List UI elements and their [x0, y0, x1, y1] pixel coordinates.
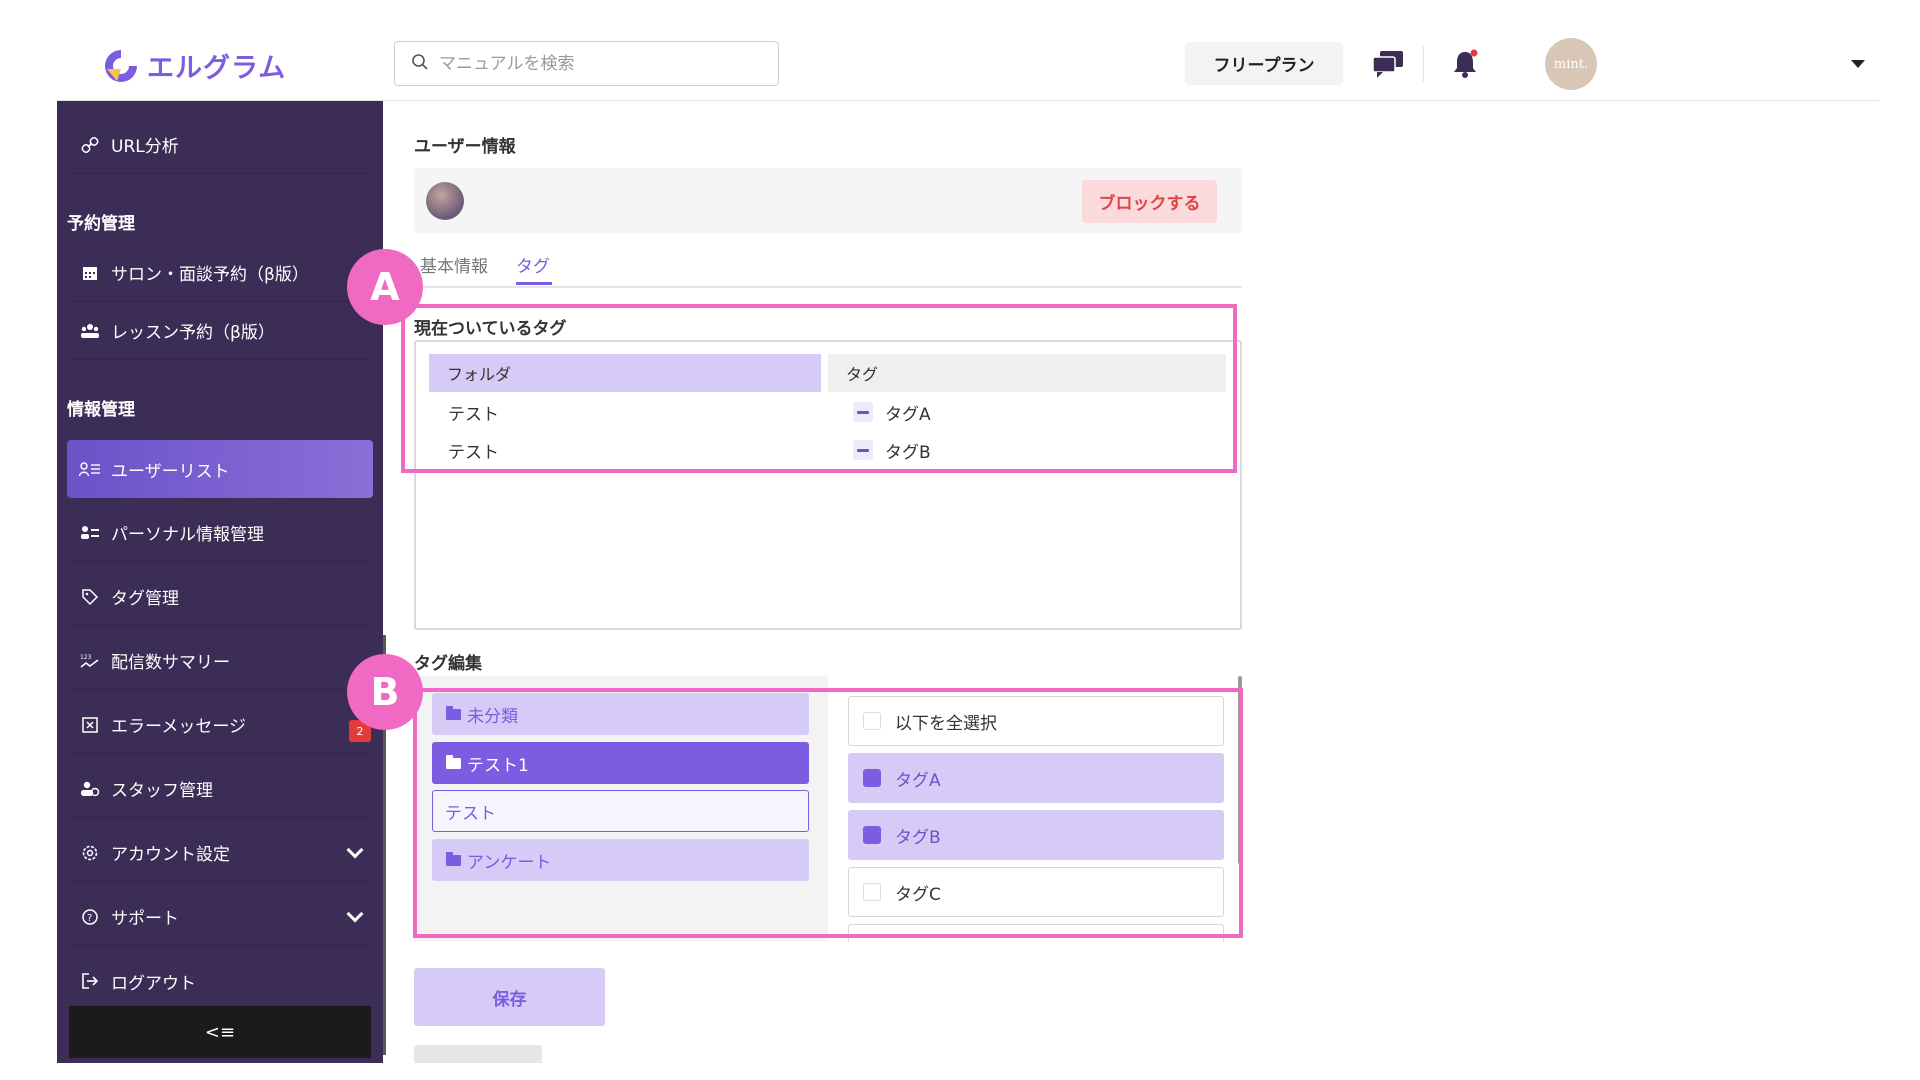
collapse-icon: <≡	[204, 1021, 236, 1043]
staff-icon	[79, 778, 101, 800]
block-button[interactable]: ブロックする	[1082, 180, 1217, 223]
save-button[interactable]: 保存	[414, 968, 605, 1026]
personal-info-icon	[79, 522, 101, 544]
sidebar-item-label: タグ管理	[111, 589, 179, 609]
bell-icon[interactable]	[1446, 46, 1484, 82]
app-logo[interactable]: エルグラム	[101, 46, 286, 85]
sidebar-item-support[interactable]: ? サポート	[67, 888, 373, 946]
sidebar-item-label: スタッフ管理	[111, 781, 213, 801]
manual-search[interactable]	[394, 41, 779, 86]
user-card: ブロックする	[414, 168, 1242, 233]
svg-text:123: 123	[80, 654, 92, 661]
sidebar-item-label: エラーメッセージ	[111, 717, 246, 737]
sidebar-item-label: URL分析	[111, 137, 179, 157]
sidebar-item-tag-management[interactable]: タグ管理	[67, 568, 373, 626]
active-tab-indicator	[516, 282, 552, 285]
annotation-box-a	[401, 304, 1237, 473]
logo-mark-icon	[101, 47, 141, 85]
sidebar-item-label: ユーザーリスト	[111, 461, 230, 482]
tag-icon	[79, 586, 101, 608]
sidebar-section-reservation: 予約管理	[67, 214, 135, 234]
tab-bar: 基本情報 タグ	[414, 246, 1242, 288]
sidebar-item-error-message[interactable]: エラーメッセージ 2	[67, 696, 373, 754]
chevron-down-icon	[346, 841, 364, 859]
sidebar-item-label: アカウント設定	[111, 845, 230, 865]
plan-button[interactable]: フリープラン	[1185, 42, 1343, 85]
sidebar-item-personal-info[interactable]: パーソナル情報管理	[67, 504, 373, 562]
sidebar-item-logout[interactable]: ログアウト	[67, 952, 373, 1010]
tag-edit-title: タグ編集	[414, 654, 482, 674]
sidebar-item-salon[interactable]: サロン・面談予約（β版）	[67, 244, 373, 302]
user-avatar[interactable]: mint.	[1545, 38, 1597, 90]
sidebar: URL分析 予約管理 サロン・面談予約（β版） レッスン予約（β版） 情報管理 …	[57, 101, 383, 1063]
search-icon	[411, 53, 429, 75]
sidebar-item-label: レッスン予約（β版）	[111, 323, 275, 343]
sidebar-item-delivery-summary[interactable]: 123 配信数サマリー	[67, 632, 373, 690]
help-icon: ?	[79, 906, 101, 928]
sidebar-item-account-settings[interactable]: アカウント設定	[67, 824, 373, 882]
sidebar-item-label: サロン・面談予約（β版）	[111, 265, 309, 285]
search-input[interactable]	[439, 53, 759, 74]
caret-down-icon[interactable]	[1851, 60, 1865, 68]
chat-icon[interactable]	[1369, 46, 1407, 82]
sidebar-item-label: 配信数サマリー	[111, 653, 230, 673]
sidebar-item-staff[interactable]: スタッフ管理	[67, 760, 373, 818]
error-box-icon	[79, 714, 101, 736]
summary-icon: 123	[79, 650, 101, 672]
chevron-down-icon	[346, 905, 364, 923]
logout-icon	[79, 970, 101, 992]
tab-basic-info[interactable]: 基本情報	[420, 252, 488, 277]
sidebar-item-label: ログアウト	[111, 973, 196, 994]
sidebar-item-label: パーソナル情報管理	[111, 525, 264, 545]
page-title: ユーザー情報	[414, 137, 516, 157]
sidebar-item-user-list[interactable]: ユーザーリスト	[67, 440, 373, 498]
gear-icon	[79, 842, 101, 864]
top-header: エルグラム フリープラン mint.	[57, 28, 1879, 101]
secondary-button-partial[interactable]	[414, 1045, 542, 1063]
user-profile-avatar	[426, 182, 464, 220]
user-list-icon	[79, 458, 101, 480]
group-icon	[79, 320, 101, 342]
sidebar-item-lesson[interactable]: レッスン予約（β版）	[67, 302, 373, 360]
calendar-icon	[79, 262, 101, 284]
sidebar-item-url-analysis[interactable]: URL分析	[67, 116, 373, 174]
link-icon	[79, 134, 101, 156]
sidebar-item-label: サポート	[111, 909, 179, 929]
svg-text:?: ?	[87, 913, 92, 924]
logo-text: エルグラム	[147, 53, 287, 84]
annotation-marker-a: A	[347, 249, 423, 325]
annotation-marker-b: B	[347, 654, 423, 730]
tab-tags[interactable]: タグ	[516, 252, 550, 277]
annotation-box-b	[413, 688, 1243, 938]
sidebar-collapse-button[interactable]: <≡	[69, 1006, 371, 1058]
sidebar-section-info: 情報管理	[67, 400, 135, 420]
header-divider	[1423, 46, 1424, 82]
